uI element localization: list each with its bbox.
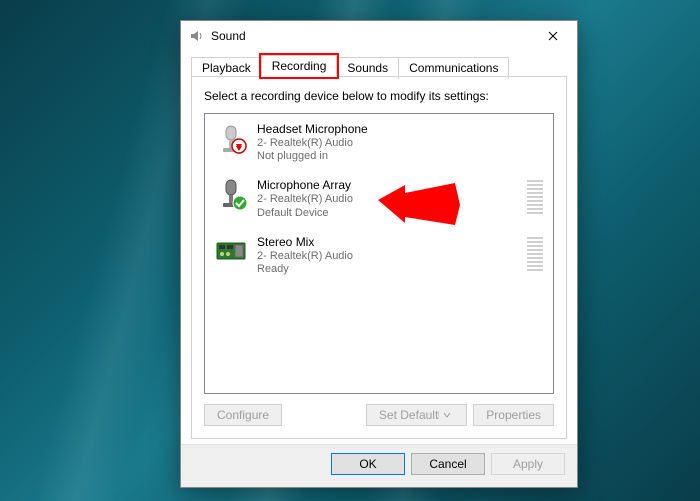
cancel-label: Cancel (429, 457, 466, 471)
device-info: Headset Microphone 2- Realtek(R) Audio N… (257, 122, 543, 162)
properties-label: Properties (486, 408, 541, 422)
device-status: Not plugged in (257, 150, 543, 162)
properties-button[interactable]: Properties (473, 404, 554, 426)
device-info: Stereo Mix 2- Realtek(R) Audio Ready (257, 235, 521, 275)
speaker-icon (189, 28, 205, 44)
headset-mic-icon (215, 122, 247, 154)
device-name: Headset Microphone (257, 122, 543, 136)
tab-strip: Playback Recording Sounds Communications (191, 55, 567, 77)
configure-label: Configure (217, 408, 269, 422)
titlebar: Sound (181, 21, 577, 51)
configure-button[interactable]: Configure (204, 404, 282, 426)
window-title: Sound (211, 29, 531, 43)
chevron-down-icon[interactable] (438, 411, 454, 419)
mic-icon (215, 178, 247, 210)
level-meter (527, 178, 543, 214)
device-driver: 2- Realtek(R) Audio (257, 192, 521, 206)
dialog-button-row: OK Cancel Apply (181, 444, 577, 487)
apply-label: Apply (513, 457, 543, 471)
ok-label: OK (359, 457, 376, 471)
set-default-button[interactable]: Set Default (366, 404, 467, 426)
level-meter (527, 235, 543, 271)
tab-recording[interactable]: Recording (261, 55, 338, 77)
tab-content: Select a recording device below to modif… (191, 76, 567, 439)
apply-button[interactable]: Apply (491, 453, 565, 475)
device-driver: 2- Realtek(R) Audio (257, 249, 521, 263)
sound-dialog: Sound Playback Recording Sounds Communic… (180, 20, 578, 488)
close-icon (548, 31, 558, 41)
device-status: Default Device (257, 207, 521, 219)
device-info: Microphone Array 2- Realtek(R) Audio Def… (257, 178, 521, 218)
device-stereo-mix[interactable]: Stereo Mix 2- Realtek(R) Audio Ready (205, 227, 553, 283)
device-name: Stereo Mix (257, 235, 521, 249)
device-list[interactable]: Headset Microphone 2- Realtek(R) Audio N… (204, 113, 554, 394)
device-microphone-array[interactable]: Microphone Array 2- Realtek(R) Audio Def… (205, 170, 553, 226)
cancel-button[interactable]: Cancel (411, 453, 485, 475)
ok-button[interactable]: OK (331, 453, 405, 475)
action-row: Configure Set Default Properties (204, 404, 554, 426)
set-default-label: Set Default (379, 408, 438, 422)
device-headset-microphone[interactable]: Headset Microphone 2- Realtek(R) Audio N… (205, 114, 553, 170)
sound-card-icon (215, 235, 247, 267)
instruction-text: Select a recording device below to modif… (204, 89, 554, 103)
device-driver: 2- Realtek(R) Audio (257, 136, 543, 150)
device-status: Ready (257, 263, 521, 275)
close-button[interactable] (531, 22, 575, 50)
device-name: Microphone Array (257, 178, 521, 192)
